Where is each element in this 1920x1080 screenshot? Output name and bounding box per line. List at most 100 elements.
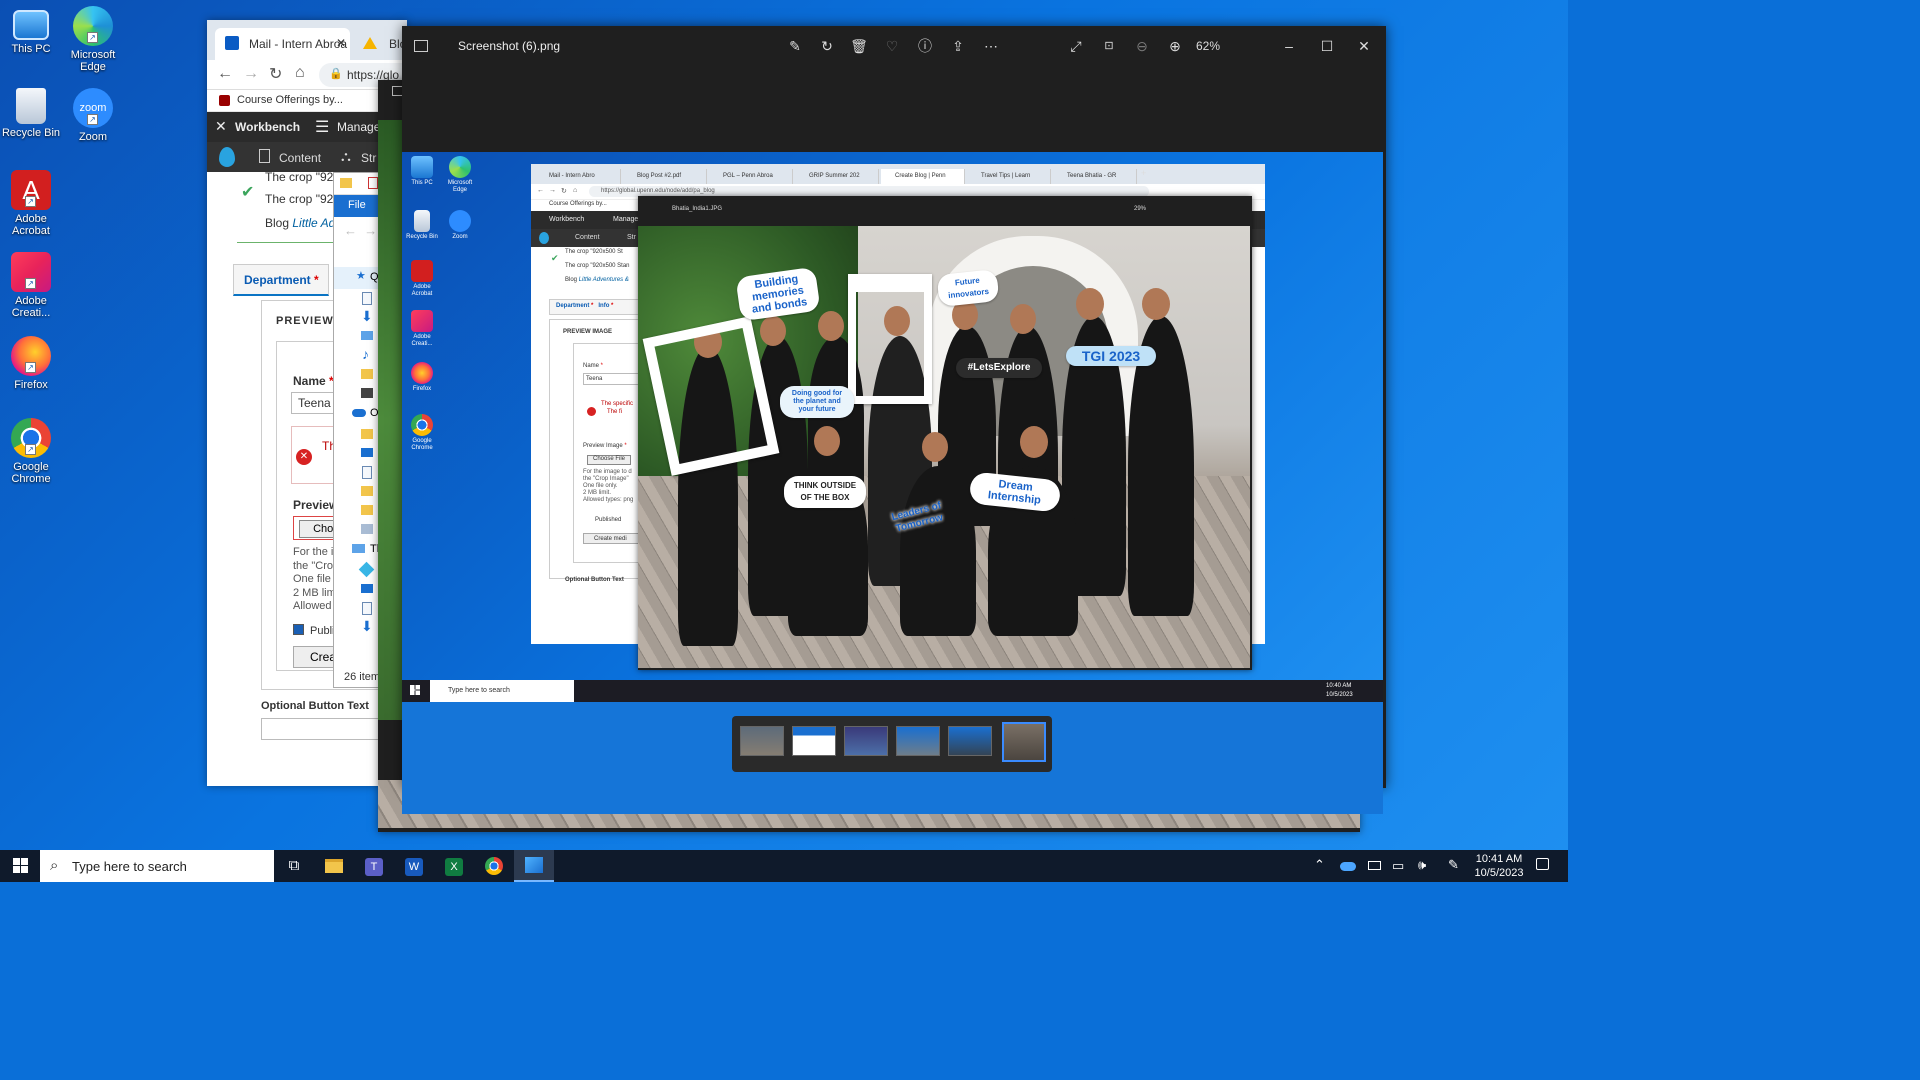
delete-icon[interactable]: 🗑 (850, 38, 868, 54)
file-menu[interactable]: File (348, 199, 366, 211)
actual-size-icon[interactable]: ⊡ (1100, 38, 1118, 54)
start-button[interactable] (0, 850, 40, 882)
sign-lets-explore: #LetsExplore (956, 358, 1042, 378)
minimize-icon[interactable]: – (1280, 38, 1298, 54)
inner-tab: Mail - Intern Abro (535, 169, 621, 184)
person-face (1020, 426, 1048, 458)
desktop-folder-icon (361, 331, 373, 340)
workbench-link[interactable]: Workbench (235, 120, 300, 134)
more-icon[interactable]: ⋯ (982, 38, 1000, 54)
home-icon[interactable]: ⌂ (295, 64, 305, 82)
clock[interactable]: 10:41 AM 10/5/2023 (1470, 852, 1528, 880)
fullscreen-icon[interactable]: ⤢ (1067, 38, 1085, 54)
back-icon[interactable]: ← (217, 65, 233, 83)
drive-icon (363, 37, 377, 49)
desktop-folder-icon (361, 584, 373, 593)
forward-icon[interactable]: → (243, 65, 259, 83)
3d-objects-icon (358, 561, 375, 578)
music-icon: ♪ (362, 346, 369, 362)
desktop-icon-chrome[interactable]: ↗ Google Chrome (0, 418, 66, 485)
cloud-icon (352, 409, 366, 417)
close-icon[interactable]: ✕ (1355, 38, 1373, 54)
content-link[interactable]: Content (279, 151, 321, 165)
desktop-folder-icon (361, 448, 373, 457)
taskbar-file-explorer[interactable] (314, 850, 354, 882)
battery-icon[interactable] (1368, 861, 1381, 870)
folder-icon (340, 178, 352, 188)
inner-icon-firefox: Firefox (406, 362, 438, 393)
document-icon (362, 292, 372, 305)
desktop-icon-zoom[interactable]: zoom ↗ Zoom (58, 88, 128, 143)
desktop-icon-this-pc[interactable]: This PC (0, 6, 62, 55)
zoom-in-icon[interactable]: ⊕ (1166, 38, 1184, 54)
info-icon[interactable]: ⓘ (916, 38, 934, 54)
desktop-icon-firefox[interactable]: ↗ Firefox (0, 336, 66, 391)
taskbar-word[interactable]: W (394, 850, 434, 882)
taskbar-chrome[interactable] (474, 850, 514, 882)
thumbnail[interactable] (896, 726, 940, 756)
zoom-level: 62% (1196, 39, 1221, 53)
chrome-icon (411, 414, 433, 436)
published-checkbox[interactable] (293, 624, 304, 635)
onedrive-icon[interactable] (1340, 862, 1356, 871)
share-icon[interactable]: ⇪ (949, 38, 967, 54)
acrobat-icon (411, 260, 433, 282)
bookmark-course-offerings[interactable]: Course Offerings by... (237, 94, 343, 106)
back-icon: ← (537, 187, 544, 194)
filmstrip (732, 716, 1052, 772)
desktop-icon-recycle-bin[interactable]: Recycle Bin (0, 88, 62, 139)
notifications-icon[interactable] (1536, 858, 1549, 870)
search-icon: ⌕ (50, 857, 59, 874)
thumbnail-selected[interactable] (1002, 722, 1046, 762)
manage-link[interactable]: Manage (337, 120, 380, 134)
bookmarks-bar: Course Offerings by... (207, 90, 407, 112)
close-icon[interactable]: ✕ (336, 36, 346, 50)
content-icon (259, 149, 270, 163)
task-view-icon: ⧉ (288, 857, 300, 874)
taskbar-search[interactable]: ⌕ Type here to search (40, 850, 274, 882)
browser-tab-mail[interactable]: Mail - Intern Abroa ✕ (215, 28, 350, 60)
firefox-icon: ↗ (11, 336, 51, 376)
taskbar-excel[interactable]: X (434, 850, 474, 882)
desktop-icon-acrobat[interactable]: A ↗ Adobe Acrobat (0, 170, 66, 237)
image-icon (361, 524, 373, 534)
computer-icon (13, 10, 49, 40)
network-icon[interactable]: ▭ (1392, 858, 1404, 874)
desktop-icon-edge[interactable]: ↗ Microsoft Edge (58, 6, 128, 73)
edit-image-icon[interactable]: ✎ (786, 38, 804, 54)
tab-department[interactable]: Department * (233, 264, 329, 296)
outlook-icon (225, 36, 239, 50)
browser-tab-blog[interactable]: Blog (355, 28, 407, 60)
reload-icon[interactable]: ↻ (269, 64, 282, 84)
check-icon: ✔ (551, 253, 559, 263)
thumbnail[interactable] (792, 726, 836, 756)
inner-icon-edge: Microsoft Edge (444, 156, 476, 194)
rotate-icon[interactable]: ↻ (818, 38, 836, 54)
taskbar-photos[interactable] (514, 850, 554, 882)
zoom-out-icon[interactable]: ⊖ (1133, 38, 1151, 54)
creative-cloud-icon: ↗ (11, 252, 51, 292)
forward-icon: → (549, 187, 556, 194)
teams-icon: T (365, 858, 383, 876)
structure-link[interactable]: Str (361, 151, 376, 165)
thumbnail[interactable] (948, 726, 992, 756)
volume-icon[interactable]: 🕪 (1418, 857, 1426, 873)
word-icon: W (405, 858, 423, 876)
person-face (814, 426, 840, 456)
folder-icon (325, 859, 343, 873)
favorite-icon[interactable]: ♡ (883, 38, 901, 54)
maximize-icon[interactable]: ☐ (1318, 38, 1336, 54)
chrome-icon (485, 857, 503, 875)
lock-icon: 🔒 (329, 68, 343, 80)
inner-icon-recycle-bin: Recycle Bin (406, 210, 438, 241)
admin-toolbar: ✕ Workbench ☰ Manage (207, 112, 407, 142)
thumbnail[interactable] (844, 726, 888, 756)
thumbnail[interactable] (740, 726, 784, 756)
pen-icon[interactable]: ✎ (1448, 857, 1459, 873)
taskbar-teams[interactable]: T (354, 850, 394, 882)
person-face (818, 311, 844, 341)
task-view-button[interactable]: ⧉ (274, 850, 314, 882)
chevron-up-icon[interactable]: ⌃ (1314, 857, 1325, 873)
desktop-icon-creative-cloud[interactable]: ↗ Adobe Creati... (0, 252, 66, 319)
menu-icon: ☰ (315, 119, 330, 136)
